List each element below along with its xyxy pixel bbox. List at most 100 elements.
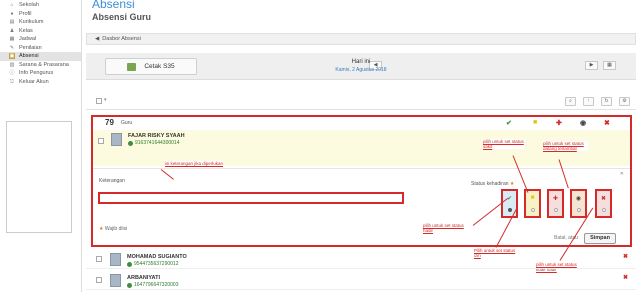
sidebar-item-label: Sekolah (19, 2, 39, 9)
status-hadir-option[interactable]: ✔ (501, 189, 518, 218)
school-icon: ⌂ (10, 2, 14, 9)
next-date-button[interactable]: ▶ (585, 61, 598, 70)
sidebar: ⌂ Sekolah ● Profil ▤ Kurikulum ♟ Kelas ▦ Jadw… (0, 0, 82, 292)
row-checkbox[interactable] (96, 277, 102, 283)
settings-button[interactable]: ⚙ (619, 97, 630, 106)
close-icon[interactable]: ✖ (623, 253, 628, 260)
back-arrow-icon: ◀ (95, 36, 100, 42)
teacher-name: FAJAR RISKY SYAAH (128, 133, 185, 139)
page-title: Absensi (92, 0, 135, 11)
sidebar-item-sekolah[interactable]: ⌂ Sekolah (0, 1, 81, 10)
teacher-name: ARBANIYATI (127, 275, 161, 281)
sidebar-item-kurikulum[interactable]: ▤ Kurikulum (0, 18, 81, 27)
plus-icon: ✚ (556, 120, 562, 127)
status-sakit-option[interactable]: ✚ (547, 189, 564, 218)
sidebar-item-absensi[interactable]: ▣ Absensi (0, 52, 81, 61)
sidebar-item-label: Kelas (19, 27, 33, 34)
refresh-button[interactable]: ↻ (601, 97, 612, 106)
status-terlambat-option[interactable]: ◉ (570, 189, 587, 218)
sidebar-item-profil[interactable]: ● Profil (0, 10, 81, 19)
teacher-nip: 1647796647320003 (134, 282, 179, 288)
calendar-button[interactable]: ▦ (603, 61, 616, 70)
sidebar-item-keluar[interactable]: ⎋ Keluar Akun (0, 78, 81, 87)
breadcrumb[interactable]: ◀ Dasbor Absensi (86, 33, 636, 45)
check-icon: ✔ (506, 120, 512, 127)
calendar-icon: ▦ (9, 36, 15, 43)
day-label: Hari ini (351, 59, 371, 65)
annotation-keterangan: isi keterangan jika diperlukan (165, 161, 224, 166)
annotation-sakit: pilih untuk set status sakit (483, 139, 525, 149)
sidebar-item-label: Kurikulum (19, 19, 44, 26)
sidebar-item-jadwal[interactable]: ▦ Jadwal (0, 35, 81, 44)
status-izin-option[interactable]: ■ (524, 189, 541, 218)
count-row: 79 Guru ✔ ■ ✚ ◉ ✖ (93, 117, 630, 129)
dropdown-icon[interactable]: ▾ (104, 97, 107, 103)
clock-icon: ◉ (575, 196, 582, 202)
sidebar-item-label: Absensi (19, 53, 39, 60)
leaf-icon (127, 262, 132, 267)
search-button[interactable]: ⌕ (565, 97, 576, 106)
sidebar-item-label: Penilaian (19, 44, 42, 51)
radio-sakit[interactable] (553, 208, 558, 212)
radio-tidak-hadir[interactable] (601, 208, 606, 212)
plus-icon: ✚ (552, 196, 559, 202)
close-form-icon[interactable]: ✕ (620, 171, 624, 177)
clock-icon: ◉ (580, 120, 587, 127)
attendance-form: ✕ Keterangan ★ Wajib diisi Status kehadi… (93, 168, 630, 245)
required-note: ★ Wajib diisi (99, 226, 128, 232)
sidebar-item-label: Info Pengurus (19, 70, 54, 77)
teacher-nip: 9163741644300014 (135, 140, 180, 146)
close-icon: ✖ (600, 196, 607, 202)
book-icon: ▤ (9, 19, 15, 26)
row-checkbox[interactable] (98, 138, 104, 144)
main-content: Absensi Absensi Guru ◀ Dasbor Absensi Ce… (86, 0, 640, 292)
building-icon: ▥ (9, 61, 15, 68)
radio-izin[interactable] (530, 207, 535, 212)
sidebar-panel (6, 121, 72, 233)
avatar (111, 133, 122, 146)
leaf-icon (128, 141, 133, 146)
logout-icon: ⎋ (10, 78, 14, 85)
date-toolbar: Cetak S35 ◀ Hari ini Kamis, 2 Agustus 20… (86, 53, 636, 80)
upload-button[interactable]: ↑ (583, 97, 594, 106)
radio-hadir[interactable] (507, 208, 512, 212)
avatar (110, 253, 121, 266)
teacher-count: 79 (105, 118, 114, 127)
table-row[interactable]: ARBANIYATI 1647796647320003 ✖ (86, 272, 636, 290)
sidebar-item-kelas[interactable]: ♟ Kelas (0, 27, 81, 36)
avatar (110, 274, 121, 287)
yellow-square-icon: ■ (533, 119, 538, 126)
page-subtitle: Absensi Guru (92, 12, 152, 22)
annotation-terlambat: pilih untuk set status datang terlambat (543, 141, 588, 151)
date-label: Kamis, 2 Agustus 2018 (335, 67, 387, 73)
breadcrumb-link[interactable]: Dasbor Absensi (102, 36, 141, 42)
teacher-nip: 9544735637290012 (134, 261, 179, 267)
close-icon[interactable]: ✖ (623, 274, 628, 281)
sidebar-item-penilaian[interactable]: ✎ Penilaian (0, 44, 81, 53)
user-icon: ● (10, 10, 14, 17)
close-icon: ✖ (604, 120, 610, 127)
radio-terlambat[interactable] (576, 208, 581, 212)
annotation-hadir: pilih untuk set status hadir (423, 223, 473, 233)
select-all-checkbox[interactable] (96, 98, 102, 104)
save-button[interactable]: Simpan (584, 233, 616, 244)
leaf-icon (127, 283, 132, 288)
row-checkbox[interactable] (96, 256, 102, 262)
table-row[interactable]: MOHAMAD SUGIANTO 9544735637290012 ✖ (86, 251, 636, 269)
keterangan-input[interactable] (98, 192, 404, 204)
status-label: Status kehadiran ★ (471, 181, 515, 187)
status-tidak-hadir-option[interactable]: ✖ (595, 189, 612, 218)
list-header: ▾ ⌕ ↑ ↻ ⚙ (86, 94, 636, 110)
sidebar-item-info[interactable]: ⓘ Info Pengurus (0, 69, 81, 78)
keterangan-label: Keterangan (99, 178, 125, 184)
yellow-square-icon: ■ (530, 195, 535, 202)
grade-icon: ✎ (9, 44, 15, 51)
sidebar-item-label: Keluar Akun (19, 78, 49, 85)
sidebar-item-label: Jadwal (19, 36, 37, 43)
teacher-name: MOHAMAD SUGIANTO (127, 254, 187, 260)
info-icon: ⓘ (9, 70, 15, 77)
sidebar-item-label: Profil (19, 10, 32, 17)
sidebar-item-sarana[interactable]: ▥ Sarana & Prasarana (0, 61, 81, 70)
attendance-panel: 79 Guru ✔ ■ ✚ ◉ ✖ FAJAR RISKY SYAAH 9163… (91, 115, 632, 247)
sidebar-item-label: Sarana & Prasarana (19, 61, 69, 68)
